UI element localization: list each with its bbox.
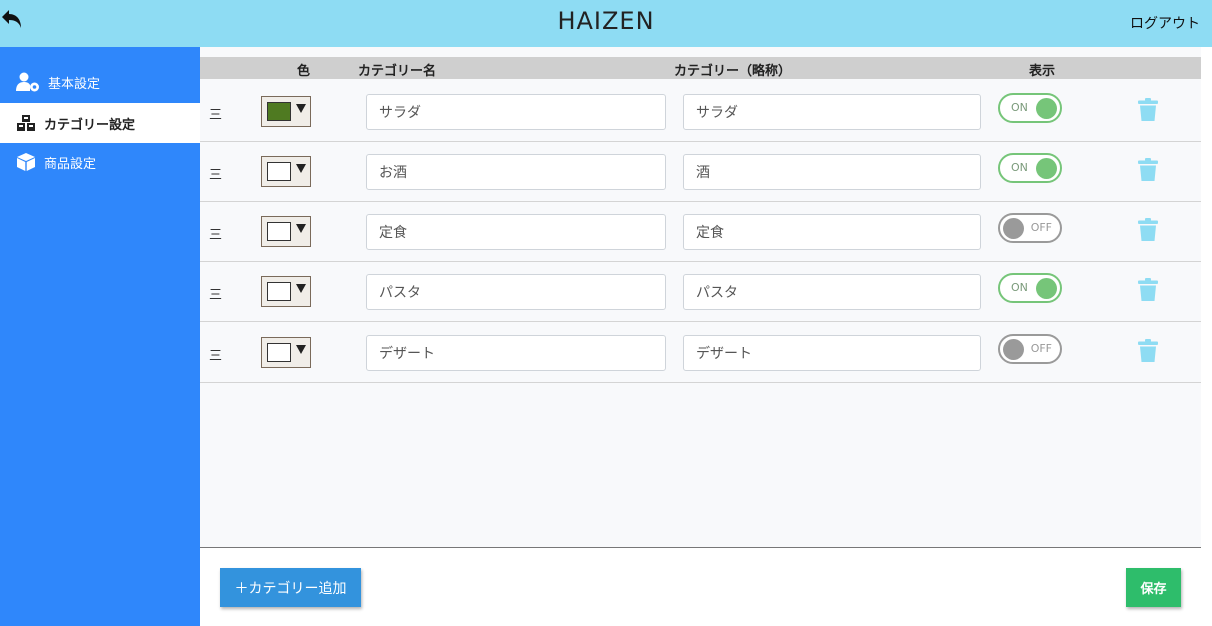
toggle-knob bbox=[1036, 158, 1057, 179]
display-toggle[interactable]: ON bbox=[998, 273, 1062, 303]
color-select[interactable] bbox=[261, 216, 311, 247]
sidebar-item-label: 基本設定 bbox=[48, 76, 101, 92]
app-header: HAIZEN ログアウト bbox=[0, 0, 1212, 47]
chevron-down-icon bbox=[296, 104, 306, 113]
toggle-label: OFF bbox=[1030, 342, 1052, 355]
display-toggle[interactable]: OFF bbox=[998, 213, 1062, 243]
drag-handle[interactable]: 三 bbox=[209, 164, 222, 183]
category-abbr-input[interactable] bbox=[683, 274, 981, 310]
drag-handle[interactable]: 三 bbox=[209, 284, 222, 303]
color-swatch bbox=[267, 222, 291, 241]
sidebar-item-product-settings[interactable]: 商品設定 bbox=[0, 142, 200, 182]
trash-icon[interactable] bbox=[1138, 98, 1158, 122]
table-header: 色 カテゴリー名 カテゴリー（略称） 表示 bbox=[200, 57, 1201, 79]
category-name-input[interactable] bbox=[366, 335, 666, 371]
box-icon bbox=[17, 153, 35, 171]
save-button[interactable]: 保存 bbox=[1126, 568, 1181, 607]
drag-handle[interactable]: 三 bbox=[209, 224, 222, 243]
color-swatch bbox=[267, 162, 291, 181]
color-select[interactable] bbox=[261, 156, 311, 187]
display-toggle[interactable]: ON bbox=[998, 153, 1062, 183]
column-header-name: カテゴリー名 bbox=[358, 64, 437, 79]
display-toggle[interactable]: ON bbox=[998, 93, 1062, 123]
category-name-input[interactable] bbox=[366, 274, 666, 310]
category-abbr-input[interactable] bbox=[683, 94, 981, 130]
color-swatch bbox=[267, 102, 291, 121]
chevron-down-icon bbox=[296, 164, 306, 173]
app-title: HAIZEN bbox=[557, 7, 655, 35]
column-header-abbr: カテゴリー（略称） bbox=[674, 64, 792, 79]
sidebar: 基本設定 カテゴリー設定 商品設定 bbox=[0, 47, 200, 626]
category-name-input[interactable] bbox=[366, 154, 666, 190]
drag-handle[interactable]: 三 bbox=[209, 345, 222, 364]
category-abbr-input[interactable] bbox=[683, 214, 981, 250]
cubes-icon bbox=[17, 115, 35, 131]
category-abbr-input[interactable] bbox=[683, 154, 981, 190]
color-select[interactable] bbox=[261, 96, 311, 127]
table-row: 三 ON bbox=[200, 142, 1201, 202]
toggle-knob bbox=[1036, 278, 1057, 299]
drag-handle[interactable]: 三 bbox=[209, 104, 222, 123]
user-gear-icon bbox=[16, 72, 39, 92]
toggle-label: ON bbox=[1011, 161, 1028, 174]
column-header-color: 色 bbox=[297, 64, 311, 79]
toggle-label: OFF bbox=[1030, 221, 1052, 234]
chevron-down-icon bbox=[296, 224, 306, 233]
table-row: 三 OFF bbox=[200, 202, 1201, 262]
table-row: 三 OFF bbox=[200, 323, 1201, 383]
footer-divider bbox=[200, 547, 1201, 548]
sidebar-item-category-settings[interactable]: カテゴリー設定 bbox=[0, 103, 200, 143]
toggle-knob bbox=[1003, 218, 1024, 239]
color-select[interactable] bbox=[261, 276, 311, 307]
color-swatch bbox=[267, 282, 291, 301]
color-select[interactable] bbox=[261, 337, 311, 368]
column-header-display: 表示 bbox=[1029, 64, 1056, 79]
trash-icon[interactable] bbox=[1138, 158, 1158, 182]
toggle-label: ON bbox=[1011, 281, 1028, 294]
trash-icon[interactable] bbox=[1138, 278, 1158, 302]
category-name-input[interactable] bbox=[366, 94, 666, 130]
table-row: 三 ON bbox=[200, 82, 1201, 142]
add-category-button[interactable]: ＋カテゴリー追加 bbox=[220, 568, 361, 607]
category-table-panel: 色 カテゴリー名 カテゴリー（略称） 表示 三 ON 三 bbox=[200, 47, 1201, 547]
color-swatch bbox=[267, 343, 291, 362]
chevron-down-icon bbox=[296, 345, 306, 354]
table-row: 三 ON bbox=[200, 262, 1201, 322]
sidebar-item-label: 商品設定 bbox=[44, 156, 97, 172]
chevron-down-icon bbox=[296, 284, 306, 293]
logout-link[interactable]: ログアウト bbox=[1130, 13, 1200, 33]
toggle-label: ON bbox=[1011, 101, 1028, 114]
trash-icon[interactable] bbox=[1138, 339, 1158, 363]
category-name-input[interactable] bbox=[366, 214, 666, 250]
right-gutter bbox=[1201, 47, 1212, 626]
sidebar-item-label: カテゴリー設定 bbox=[44, 117, 136, 133]
toggle-knob bbox=[1036, 98, 1057, 119]
trash-icon[interactable] bbox=[1138, 218, 1158, 242]
category-abbr-input[interactable] bbox=[683, 335, 981, 371]
display-toggle[interactable]: OFF bbox=[998, 334, 1062, 364]
sidebar-item-basic-settings[interactable]: 基本設定 bbox=[0, 62, 200, 102]
toggle-knob bbox=[1003, 339, 1024, 360]
